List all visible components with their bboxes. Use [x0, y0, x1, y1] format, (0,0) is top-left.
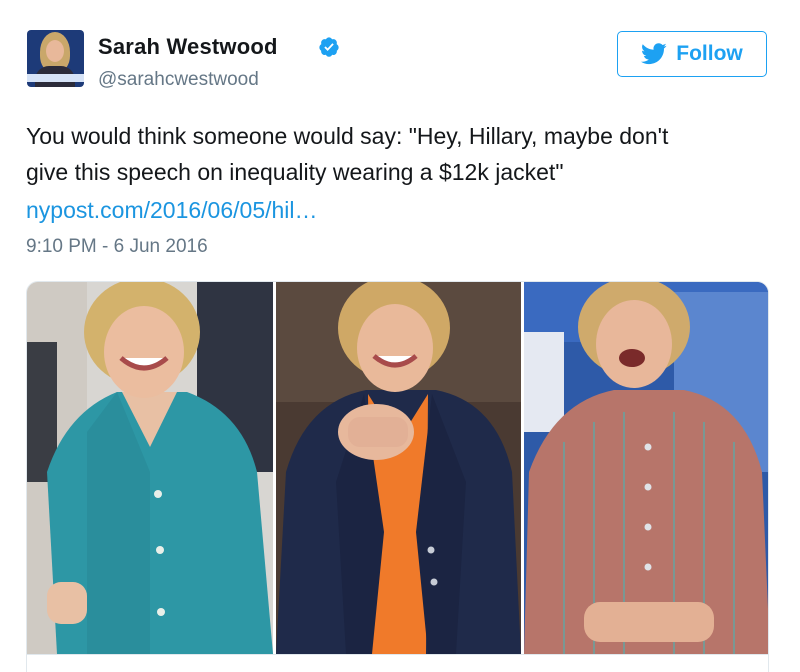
verified-badge-icon — [319, 37, 339, 57]
photo-tweed-jacket[interactable] — [524, 282, 768, 654]
avatar-caption-bar — [27, 74, 84, 82]
tweet-text-line-2: give this speech on inequality wearing a… — [26, 159, 564, 185]
photo-teal-jacket[interactable] — [27, 282, 273, 654]
photo-tweed-jacket-image — [524, 282, 768, 654]
photo-navy-blazer[interactable] — [276, 282, 521, 654]
tweet-timestamp[interactable]: 9:10 PM - 6 Jun 2016 — [26, 236, 208, 258]
follow-button[interactable]: Follow — [617, 31, 767, 77]
tweet-text: You would think someone would say: "Hey,… — [26, 118, 756, 190]
avatar-face — [46, 40, 64, 62]
media-grid — [26, 281, 769, 672]
author-avatar[interactable] — [27, 30, 84, 87]
photo-navy-blazer-image — [276, 282, 521, 654]
tweet-card: Sarah Westwood @sarahcwestwood Follow Yo… — [0, 0, 800, 672]
twitter-bird-icon — [641, 43, 667, 65]
author-handle[interactable]: @sarahcwestwood — [98, 69, 259, 91]
tweet-link[interactable]: nypost.com/2016/06/05/hil… — [26, 192, 318, 228]
author-name[interactable]: Sarah Westwood — [98, 34, 278, 60]
photo-teal-jacket-image — [27, 282, 273, 654]
media-card-footer — [27, 654, 768, 672]
tweet-text-line-1: You would think someone would say: "Hey,… — [26, 123, 669, 149]
follow-button-label: Follow — [676, 42, 743, 65]
